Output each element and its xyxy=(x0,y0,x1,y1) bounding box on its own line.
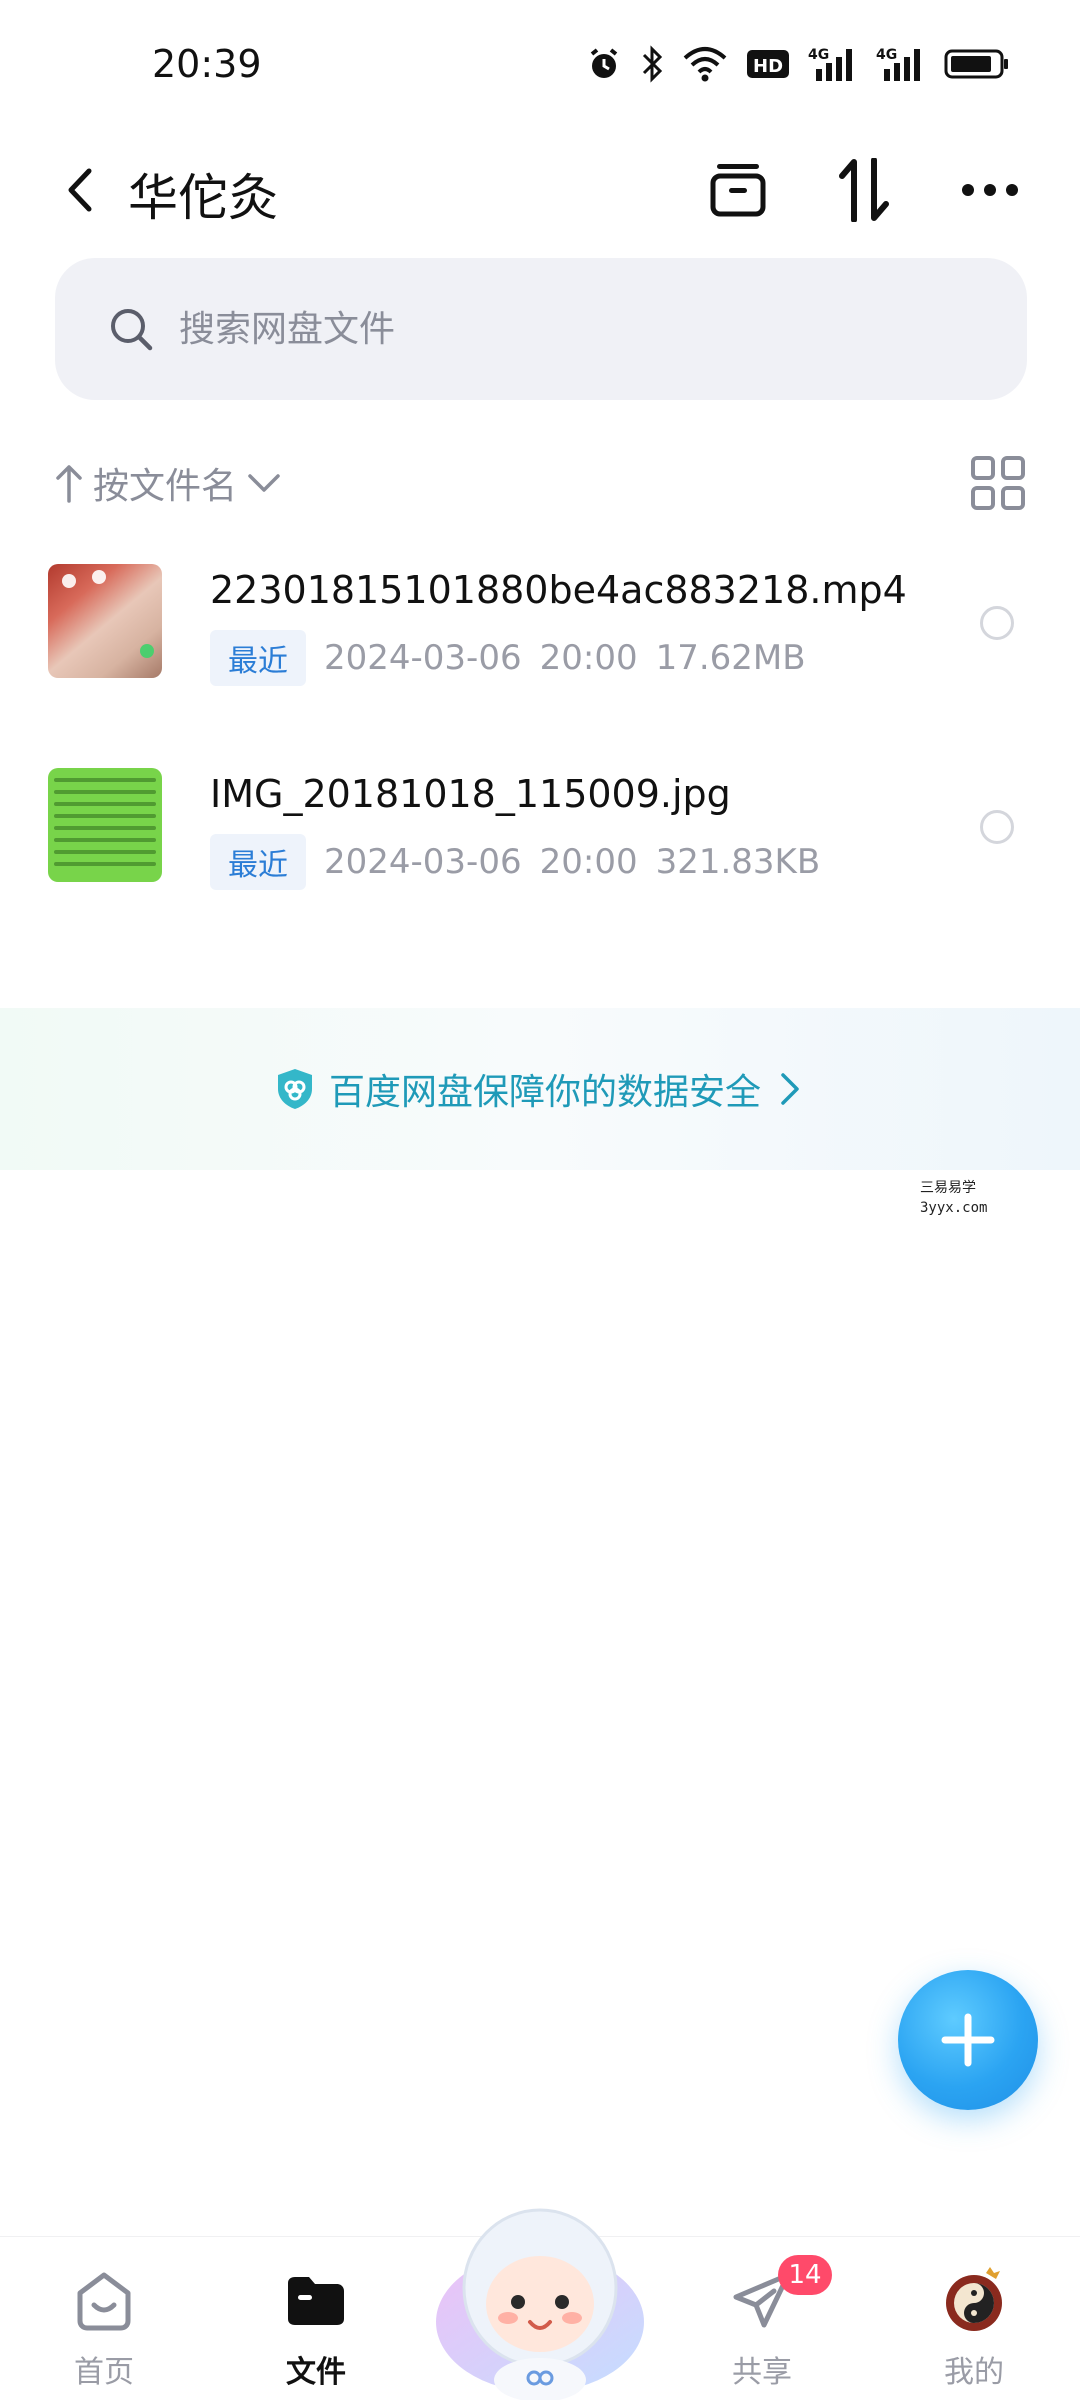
thumbnail-detail xyxy=(54,778,156,782)
watermark-line: 三易易学 xyxy=(920,1180,976,1196)
nav-share[interactable]: 14 共享 xyxy=(682,2247,842,2397)
signal-4g-icon: 4G xyxy=(808,47,852,81)
nav-label: 我的 xyxy=(944,2355,1004,2390)
thumbnail-detail xyxy=(140,644,154,658)
file-meta: 最近 2024-03-06 20:00 17.62MB xyxy=(210,630,806,686)
video-thumbnail xyxy=(48,564,162,678)
file-row[interactable]: 22301815101880be4ac883218.mp4 最近 2024-03… xyxy=(0,540,1080,744)
sort-label: 按文件名 xyxy=(93,466,238,507)
file-time: 20:00 xyxy=(539,638,638,678)
page: 20:39 HD 4G 4G 华佗灸 搜索网盘文件 按文件名 223018151… xyxy=(0,0,1080,2400)
archive-icon xyxy=(710,164,766,217)
back-button[interactable] xyxy=(50,150,110,230)
thumbnail-detail xyxy=(54,814,156,818)
sort-by-name-button[interactable]: 按文件名 xyxy=(55,450,281,516)
chevron-down-icon xyxy=(248,474,280,492)
thumbnail-detail xyxy=(54,790,156,794)
archive-button[interactable] xyxy=(696,148,780,232)
thumbnail-detail xyxy=(54,838,156,842)
file-row[interactable]: IMG_20181018_115009.jpg 最近 2024-03-06 20… xyxy=(0,744,1080,948)
add-button[interactable] xyxy=(898,1970,1038,2110)
file-name: IMG_20181018_115009.jpg xyxy=(210,772,731,816)
shield-icon xyxy=(277,1069,312,1109)
image-thumbnail xyxy=(48,768,162,882)
security-banner[interactable]: 百度网盘保障你的数据安全 xyxy=(0,1008,1080,1170)
nav-home[interactable]: 首页 xyxy=(24,2247,184,2397)
file-size: 17.62MB xyxy=(655,638,806,678)
signal-4g-icon: 4G xyxy=(876,47,920,81)
file-date: 2024-03-06 xyxy=(324,842,522,882)
alarm-icon xyxy=(590,48,618,78)
file-date: 2024-03-06 xyxy=(324,638,522,678)
thumbnail-detail xyxy=(54,802,156,806)
wifi-icon xyxy=(683,47,727,82)
thumbnail-detail xyxy=(62,574,76,588)
thumbnail-detail xyxy=(54,826,156,830)
search-bar[interactable] xyxy=(55,258,1027,400)
status-icons: HD 4G 4G xyxy=(586,44,1010,84)
status-time: 20:39 xyxy=(152,42,262,86)
thumbnail-detail xyxy=(54,850,156,854)
svg-text:HD: HD xyxy=(753,56,783,77)
arrow-up-icon xyxy=(56,465,82,503)
home-icon xyxy=(77,2272,131,2331)
sort-icon xyxy=(839,158,889,222)
select-checkbox[interactable] xyxy=(980,810,1014,844)
file-list: 22301815101880be4ac883218.mp4 最近 2024-03… xyxy=(0,540,1080,948)
header: 华佗灸 xyxy=(0,130,1080,250)
notification-badge: 14 xyxy=(778,2255,832,2295)
nav-me[interactable]: 我的 xyxy=(894,2247,1054,2397)
recent-badge: 最近 xyxy=(210,834,306,890)
select-checkbox[interactable] xyxy=(980,606,1014,640)
plus-icon xyxy=(941,2013,995,2067)
search-icon xyxy=(111,309,153,351)
watermark: 三易易学 3yyx.com xyxy=(920,1178,987,1218)
avatar xyxy=(946,2267,1002,2331)
status-bar: 20:39 HD 4G 4G xyxy=(0,0,1080,130)
thumbnail-detail xyxy=(92,570,106,584)
nav-label: 共享 xyxy=(732,2355,792,2390)
file-meta: 最近 2024-03-06 20:00 321.83KB xyxy=(210,834,820,890)
more-button[interactable] xyxy=(948,148,1032,232)
watermark-line: 3yyx.com xyxy=(920,1200,988,1216)
nav-files[interactable]: 文件 xyxy=(236,2247,396,2397)
recent-badge: 最近 xyxy=(210,630,306,686)
page-title: 华佗灸 xyxy=(128,169,278,227)
transfer-button[interactable] xyxy=(822,148,906,232)
svg-text:4G: 4G xyxy=(808,47,829,63)
chevron-right-icon xyxy=(781,1073,799,1105)
grid-view-icon[interactable] xyxy=(969,454,1027,512)
file-time: 20:00 xyxy=(539,842,638,882)
nav-label: 首页 xyxy=(74,2355,134,2390)
file-size: 321.83KB xyxy=(655,842,821,882)
more-icon xyxy=(962,184,1018,196)
bluetooth-icon xyxy=(642,45,663,83)
thumbnail-detail xyxy=(54,862,156,866)
battery-icon xyxy=(944,49,1008,79)
mascot-button[interactable] xyxy=(430,2176,650,2400)
folder-icon xyxy=(288,2277,344,2325)
nav-label: 文件 xyxy=(286,2355,346,2390)
back-arrow-icon xyxy=(68,168,92,212)
file-name: 22301815101880be4ac883218.mp4 xyxy=(210,568,907,612)
sort-row: 按文件名 xyxy=(55,450,1027,516)
svg-text:4G: 4G xyxy=(876,47,897,63)
security-text: 百度网盘保障你的数据安全 xyxy=(328,1072,761,1113)
hd-icon: HD xyxy=(747,50,789,78)
search-input[interactable] xyxy=(179,308,939,350)
